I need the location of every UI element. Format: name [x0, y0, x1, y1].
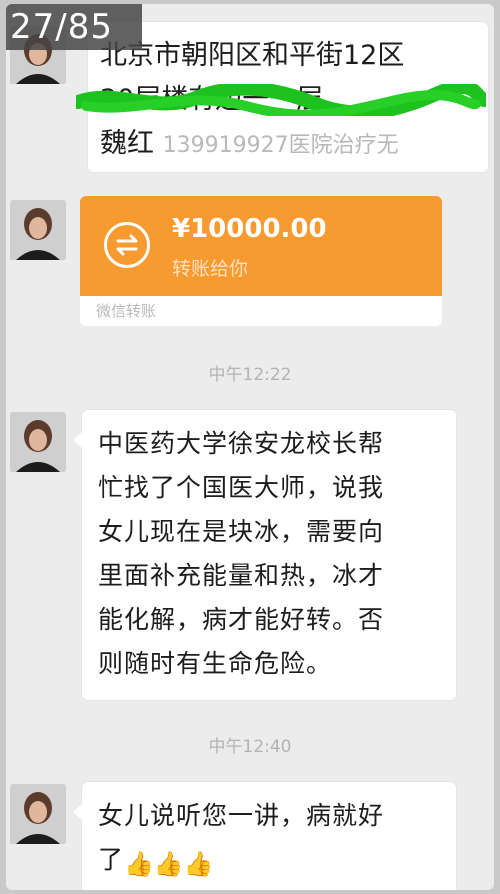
transfer-exchange-icon: [104, 222, 150, 268]
last-text-wrap: 女儿说听您一讲，病就好 了👍👍👍: [98, 794, 384, 882]
transfer-card-header: ¥10000.00 转账给你: [80, 196, 442, 296]
avatar[interactable]: [10, 784, 66, 844]
address-line-3: 魏红 139919927医院治疗无: [100, 122, 404, 168]
transfer-footer: 微信转账: [96, 302, 157, 320]
thumbs-up-icon: 👍👍👍: [124, 849, 214, 878]
recipient-phone-faint: 139919927医院治疗无: [162, 133, 399, 158]
address-line-1: 北京市朝阳区和平街12区: [100, 40, 405, 71]
timestamp: 中午12:22: [208, 365, 292, 385]
recipient-name: 魏红: [100, 128, 154, 159]
image-counter: 27/85: [6, 4, 142, 50]
last-message: 女儿说听您一讲，病就好 了👍👍👍: [73, 782, 456, 890]
long-text-content: 中医药大学徐安龙校长帮 忙找了个国医大师，说我 女儿现在是块冰，需要向 里面补充…: [98, 429, 385, 678]
transfer-amount: ¥10000.00: [172, 214, 327, 244]
transfer-card[interactable]: ¥10000.00 转账给你 微信转账: [80, 196, 442, 326]
transfer-subtitle: 转账给你: [172, 258, 249, 280]
address-message: 北京市朝阳区和平街12区 20层楼有边一一层 魏红 139919927医院治疗无: [76, 22, 488, 172]
timestamp: 中午12:40: [208, 737, 292, 757]
redaction-scribble: [76, 84, 486, 116]
long-text-message: 中医药大学徐安龙校长帮 忙找了个国医大师，说我 女儿现在是块冰，需要向 里面补充…: [73, 410, 456, 700]
chat-screen: 27/85 北京市朝阳区和平街12区 20层楼有边一一层 魏红 13991992…: [6, 4, 494, 890]
avatar[interactable]: [10, 200, 66, 260]
avatar[interactable]: [10, 412, 66, 472]
